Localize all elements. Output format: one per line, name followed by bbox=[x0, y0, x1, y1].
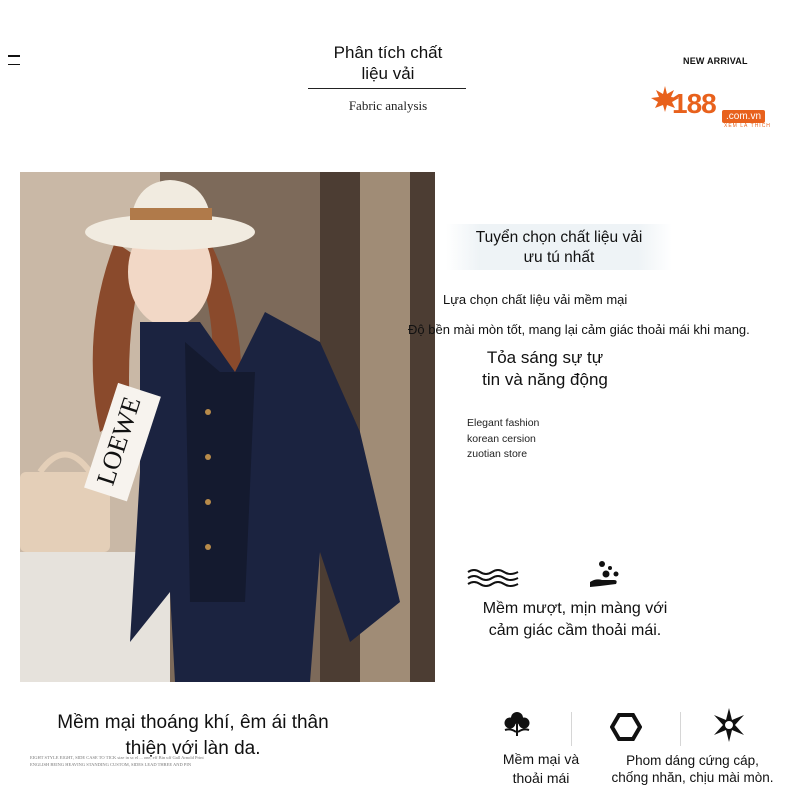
english-line-1: Elegant fashion bbox=[467, 417, 540, 429]
page-title: Phân tích chất liệu vải bbox=[308, 42, 468, 84]
soft-text-line-1: Mềm mượt, mịn màng với bbox=[482, 600, 668, 617]
fine-print-line-2: ENGLISH BEING HEAVING STANDING CUSTOM, S… bbox=[30, 762, 192, 767]
feature-2-line-2: chống nhăn, chịu mài mòn. bbox=[611, 770, 774, 785]
smooth-feel-text: Mềm mượt, mịn màng với cảm giác cầm thoả… bbox=[460, 598, 690, 641]
title-divider bbox=[308, 88, 466, 89]
star-burst-icon bbox=[714, 708, 744, 742]
feature-1-line-1: Mềm mại và bbox=[502, 751, 580, 767]
logo-domain: .com.vn bbox=[722, 110, 766, 123]
hamburger-icon[interactable] bbox=[8, 55, 20, 67]
model-illustration: LOEWE bbox=[20, 172, 435, 682]
hexagon-icon bbox=[610, 713, 642, 741]
feature-1-line-2: thoải mái bbox=[512, 770, 570, 786]
title-line-2: liệu vải bbox=[361, 64, 415, 83]
flower-icon bbox=[504, 712, 530, 736]
bottom-text-line-1: Mềm mại thoáng khí, êm ái thân bbox=[57, 712, 329, 733]
soft-fabric-note: Lựa chọn chất liệu vải mềm mại bbox=[443, 292, 628, 307]
feature-2-line-1: Phom dáng cứng cáp, bbox=[626, 753, 759, 768]
english-line-2: korean cersion bbox=[467, 432, 536, 445]
logo-number: 188 bbox=[672, 88, 717, 119]
fine-print: EIGHT STYLE EIGHT, SIDE CASE TO TICK siz… bbox=[30, 754, 260, 768]
new-arrival-badge: NEW ARRIVAL bbox=[683, 56, 748, 66]
english-tagline: Elegant fashion korean cersion zuotian s… bbox=[467, 416, 539, 463]
hand-bubbles-icon bbox=[590, 561, 619, 587]
durability-note: Độ bền mài mòn tốt, mang lại cảm giác th… bbox=[408, 322, 750, 337]
feature-firm-shape: Phom dáng cứng cáp, chống nhăn, chịu mài… bbox=[600, 752, 785, 786]
confidence-heading: Tỏa sáng sự tự tin và năng động bbox=[460, 347, 630, 391]
fine-print-line-1: EIGHT STYLE EIGHT, SIDE CASE TO TICK siz… bbox=[30, 755, 204, 760]
feature-separator bbox=[571, 712, 572, 746]
brand-logo[interactable]: 188 .com.vn XEM LÀ THÍCH bbox=[650, 82, 775, 132]
heading2-line-1: Tỏa sáng sự tự bbox=[486, 348, 604, 367]
title-line-1: Phân tích chất bbox=[333, 43, 443, 62]
feature-soft-comfort: Mềm mại và thoải mái bbox=[490, 750, 592, 788]
english-line-3: zuotian store bbox=[467, 448, 528, 460]
heading1-line-2: ưu tú nhất bbox=[523, 249, 595, 266]
wave-icon bbox=[467, 569, 519, 587]
logo-tagline: XEM LÀ THÍCH bbox=[724, 123, 771, 129]
feature-separator bbox=[680, 712, 681, 746]
soft-text-line-2: cảm giác cầm thoải mái. bbox=[488, 621, 662, 639]
page-subtitle: Fabric analysis bbox=[348, 98, 428, 113]
product-photo: LOEWE bbox=[20, 172, 435, 682]
fabric-selection-heading: Tuyển chọn chất liệu vải ưu tú nhất bbox=[446, 224, 672, 270]
heading1-line-1: Tuyển chọn chất liệu vải bbox=[475, 229, 643, 246]
heading2-line-2: tin và năng động bbox=[482, 370, 608, 389]
